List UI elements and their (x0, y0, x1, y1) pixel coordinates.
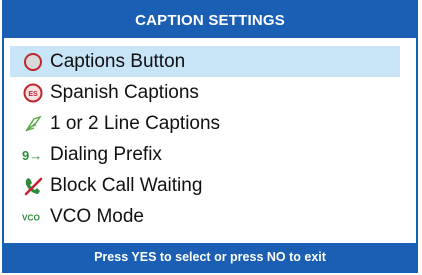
menu-item-label: Spanish Captions (50, 81, 199, 103)
block-call-waiting-icon (22, 175, 44, 197)
menu-item-label: Captions Button (50, 50, 186, 72)
caption-lines-icon (22, 113, 44, 135)
menu-item-label: VCO Mode (50, 205, 144, 227)
menu-item-line-captions[interactable]: 1 or 2 Line Captions (10, 108, 412, 139)
footer-hint: Press YES to select or press NO to exit (4, 243, 416, 271)
menu-item-label: Block Call Waiting (50, 174, 203, 196)
menu-item-dialing-prefix[interactable]: 9→ Dialing Prefix (10, 139, 412, 170)
caption-settings-menu: Captions Button ES Spanish Captions 1 or… (10, 46, 412, 232)
caption-settings-panel: CAPTION SETTINGS Captions Button ES Span… (2, 0, 418, 273)
svg-text:9→: 9→ (22, 148, 42, 163)
circle-button-icon (22, 51, 44, 73)
menu-item-spanish-captions[interactable]: ES Spanish Captions (10, 77, 412, 108)
panel-title: CAPTION SETTINGS (4, 2, 416, 38)
menu-item-captions-button[interactable]: Captions Button (10, 46, 400, 77)
menu-item-label: 1 or 2 Line Captions (50, 112, 221, 134)
menu-item-vco-mode[interactable]: VCO VCO Mode (10, 201, 412, 232)
es-badge-icon: ES (22, 82, 44, 104)
vco-icon: VCO (22, 206, 44, 228)
dialing-prefix-icon: 9→ (22, 144, 44, 166)
menu-item-label: Dialing Prefix (50, 143, 162, 165)
svg-text:ES: ES (28, 91, 38, 98)
svg-text:VCO: VCO (22, 213, 40, 222)
menu-item-block-call-waiting[interactable]: Block Call Waiting (10, 170, 412, 201)
